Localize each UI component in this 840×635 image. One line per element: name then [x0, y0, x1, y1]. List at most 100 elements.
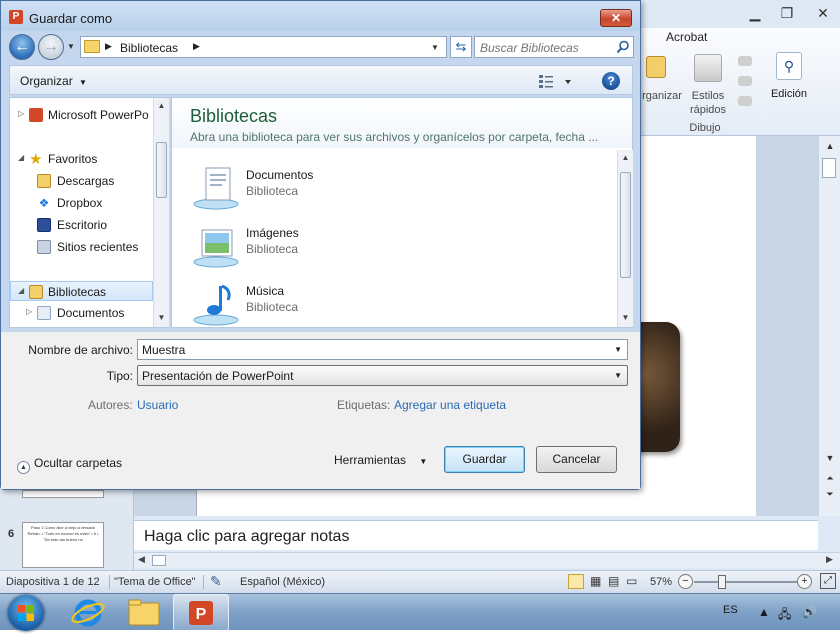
slide-vertical-scrollbar[interactable]: ▲ ▼ ⏶ ⏷: [818, 136, 840, 516]
reading-view-icon[interactable]: ▤: [608, 574, 619, 588]
editing-button[interactable]: Edición: [768, 88, 810, 100]
filename-combo[interactable]: ▼: [137, 339, 628, 360]
slideshow-icon[interactable]: ▭: [626, 574, 637, 588]
shape-effects-icon[interactable]: [738, 96, 752, 106]
notes-pane[interactable]: Haga clic para agregar notas: [134, 520, 818, 550]
binoculars-icon[interactable]: ⚲: [776, 52, 802, 80]
address-bar[interactable]: ▶ Bibliotecas ▶ ▼: [80, 36, 447, 58]
taskbar-internet-explorer[interactable]: [60, 594, 116, 631]
shape-fill-icon[interactable]: [738, 56, 752, 66]
theme-name[interactable]: "Tema de Office": [114, 576, 196, 588]
slide-thumbnail-6[interactable]: Paso 1 Como dice a viejo a versado Refrá…: [22, 522, 104, 568]
arrange-label[interactable]: rganizar: [640, 90, 684, 102]
collapse-arrow-icon[interactable]: ◢: [18, 286, 24, 295]
notes-placeholder[interactable]: Haga clic para agregar notas: [144, 528, 349, 546]
chevron-down-icon[interactable]: ▼: [614, 371, 622, 380]
scroll-down-icon[interactable]: ▼: [154, 311, 169, 325]
start-button[interactable]: [8, 595, 44, 631]
taskbar-file-explorer[interactable]: [116, 594, 172, 631]
volume-icon[interactable]: 🔊: [802, 605, 817, 619]
show-hidden-icons-icon[interactable]: ▲: [758, 605, 770, 619]
breadcrumb-libraries[interactable]: Bibliotecas: [120, 41, 178, 55]
authors-field[interactable]: Usuario: [137, 398, 178, 412]
close-button[interactable]: ✕: [600, 9, 632, 27]
navigation-scroll-thumb[interactable]: [156, 142, 167, 198]
language-indicator[interactable]: Español (México): [240, 576, 325, 588]
previous-slide-icon[interactable]: ⏶: [819, 470, 840, 486]
expand-arrow-icon[interactable]: ▷: [26, 307, 32, 316]
tools-button[interactable]: Herramientas ▼: [334, 453, 427, 467]
taskbar-powerpoint[interactable]: P: [173, 594, 229, 631]
cancel-button[interactable]: Cancelar: [536, 446, 617, 473]
arrange-icon[interactable]: [646, 56, 666, 78]
navigation-scrollbar[interactable]: ▲ ▼: [153, 98, 169, 327]
scroll-up-icon[interactable]: ▲: [618, 151, 633, 165]
scroll-down-icon[interactable]: ▼: [819, 450, 840, 466]
library-item-music[interactable]: Música Biblioteca: [188, 278, 608, 330]
scroll-up-icon[interactable]: ▲: [154, 99, 169, 113]
filename-input[interactable]: [142, 342, 602, 358]
quick-styles-icon[interactable]: [694, 54, 722, 82]
restore-button[interactable]: ❐: [776, 4, 798, 22]
forward-button[interactable]: →: [38, 34, 64, 60]
scroll-right-icon[interactable]: ▶: [826, 554, 833, 565]
zoom-in-button[interactable]: +: [797, 574, 812, 589]
fit-to-window-icon[interactable]: ⤢: [820, 573, 836, 589]
breadcrumb-arrow-icon[interactable]: ▶: [105, 41, 112, 52]
next-slide-icon[interactable]: ⏷: [819, 486, 840, 502]
breadcrumb-arrow-icon[interactable]: ▶: [193, 41, 200, 52]
tree-item-dropbox[interactable]: ❖ Dropbox: [10, 193, 153, 213]
recent-pages-chevron-icon[interactable]: ▼: [67, 42, 75, 51]
back-button[interactable]: ←: [9, 34, 35, 60]
normal-view-icon[interactable]: [568, 574, 584, 589]
hide-folders-button[interactable]: ▲ Ocultar carpetas: [17, 456, 122, 474]
network-icon[interactable]: 🖧: [778, 605, 791, 626]
close-window-button[interactable]: ✕: [812, 4, 834, 22]
organize-button[interactable]: Organizar ▼: [20, 74, 87, 88]
collapse-arrow-icon[interactable]: ◢: [18, 153, 24, 162]
tree-item-desktop[interactable]: Escritorio: [10, 215, 153, 235]
tree-item-favorites[interactable]: ◢ ★ Favoritos: [10, 149, 153, 169]
language-indicator[interactable]: ES: [723, 604, 738, 616]
shape-outline-icon[interactable]: [738, 76, 752, 86]
content-scroll-thumb[interactable]: [620, 172, 631, 278]
slide-counter[interactable]: Diapositiva 1 de 12: [6, 576, 100, 588]
search-box[interactable]: [474, 36, 634, 58]
minimize-button[interactable]: ▁: [744, 4, 766, 22]
address-dropdown-icon[interactable]: ▼: [431, 43, 439, 52]
tree-item-recent-places[interactable]: Sitios recientes: [10, 237, 153, 257]
tree-item-powerpoint[interactable]: ▷ Microsoft PowerPo: [10, 105, 153, 125]
tree-item-documents[interactable]: ▷ Documentos: [10, 303, 153, 323]
content-scrollbar[interactable]: ▲ ▼: [617, 150, 633, 327]
horizontal-scrollbar[interactable]: ◀ ▶: [134, 552, 840, 568]
scroll-up-icon[interactable]: ▲: [819, 138, 840, 154]
spelling-check-icon[interactable]: ✎: [210, 573, 222, 590]
tree-item-libraries[interactable]: ◢ Bibliotecas: [10, 281, 153, 301]
file-type-select[interactable]: Presentación de PowerPoint ▼: [137, 365, 628, 386]
slide-sorter-icon[interactable]: ▦: [590, 574, 601, 588]
change-view-icon[interactable]: [538, 73, 572, 89]
refresh-button[interactable]: ⇆: [450, 36, 472, 58]
tree-item-downloads[interactable]: Descargas: [10, 171, 153, 191]
slide-thumbnail-5[interactable]: [22, 490, 104, 498]
chevron-down-icon[interactable]: ▼: [614, 345, 622, 354]
tags-field[interactable]: Agregar una etiqueta: [394, 398, 506, 412]
library-item-documents[interactable]: Documentos Biblioteca: [188, 162, 608, 214]
tab-acrobat[interactable]: Acrobat: [666, 30, 707, 44]
dialog-titlebar[interactable]: P Guardar como ✕: [1, 1, 640, 31]
library-item-pictures[interactable]: Imágenes Biblioteca: [188, 220, 608, 272]
slide-scroll-thumb[interactable]: [822, 158, 836, 178]
scroll-down-icon[interactable]: ▼: [618, 311, 633, 325]
search-input[interactable]: [480, 40, 610, 55]
zoom-level[interactable]: 57%: [650, 576, 672, 588]
file-type-label: Tipo:: [106, 369, 133, 383]
horizontal-scroll-thumb[interactable]: [152, 555, 166, 566]
expand-arrow-icon[interactable]: ▷: [18, 109, 24, 118]
zoom-slider[interactable]: [694, 581, 798, 583]
scroll-left-icon[interactable]: ◀: [138, 554, 145, 565]
search-icon[interactable]: [616, 40, 630, 54]
zoom-slider-thumb[interactable]: [718, 575, 726, 589]
help-button[interactable]: ?: [602, 72, 620, 90]
save-button[interactable]: Guardar: [444, 446, 525, 473]
zoom-out-button[interactable]: −: [678, 574, 693, 589]
